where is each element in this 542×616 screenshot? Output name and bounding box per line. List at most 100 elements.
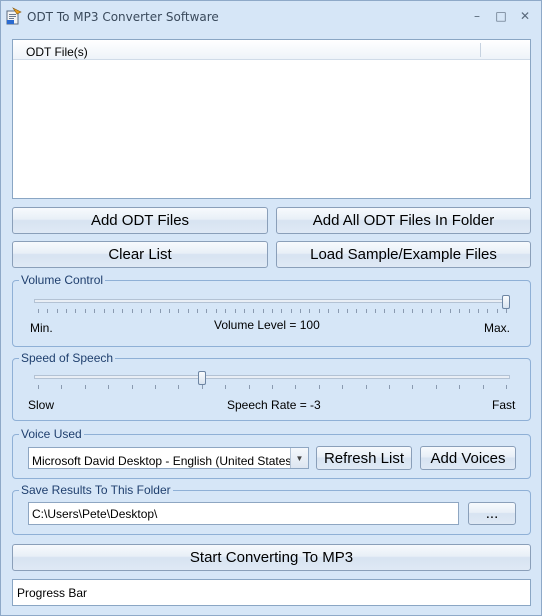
slider-tick (225, 309, 227, 313)
chevron-down-icon[interactable]: ▼ (290, 448, 308, 468)
slider-tick (389, 385, 390, 389)
voice-select[interactable]: Microsoft David Desktop - English (Unite… (28, 447, 309, 469)
slider-tick (309, 309, 311, 313)
slider-tick (403, 309, 405, 313)
progress-bar-label: Progress Bar (17, 586, 88, 600)
slider-tick (187, 309, 189, 313)
slider-tick (459, 309, 461, 313)
slider-tick (487, 309, 489, 313)
slider-tick (328, 309, 330, 313)
slider-tick (459, 385, 461, 389)
slider-tick (94, 309, 96, 313)
slider-tick (225, 385, 227, 389)
slider-tick (468, 309, 470, 313)
slider-tick (384, 309, 386, 313)
slider-tick (482, 385, 484, 389)
slider-tick (290, 309, 292, 313)
speed-slider-track[interactable] (34, 375, 510, 379)
slider-tick (61, 385, 63, 389)
slider-tick (103, 309, 105, 313)
progress-bar: Progress Bar (12, 579, 531, 606)
slider-tick (318, 309, 320, 313)
speed-slider-ticks (38, 385, 507, 389)
volume-slider-thumb[interactable] (502, 295, 510, 309)
voice-select-value: Microsoft David Desktop - English (Unite… (32, 454, 296, 468)
app-window: ODT To MP3 Converter Software – □ ✕ ODT … (0, 0, 542, 616)
slider-tick (365, 309, 367, 313)
speech-rate-label: Speech Rate = -3 (227, 398, 321, 412)
volume-slider-track[interactable] (34, 299, 510, 303)
slider-tick (248, 385, 250, 389)
slider-tick (75, 309, 77, 313)
load-samples-button[interactable]: Load Sample/Example Files (276, 241, 531, 268)
slider-tick (262, 309, 264, 313)
slider-tick (295, 385, 297, 389)
volume-level-label: Volume Level = 100 (214, 318, 320, 332)
column-header-odt-files[interactable]: ODT File(s) (26, 45, 88, 59)
maximize-button[interactable]: □ (491, 7, 511, 25)
slider-tick (281, 309, 283, 313)
slider-tick (496, 309, 498, 313)
volume-control-group: Volume Control Min. Volume Level = 100 M… (12, 273, 531, 347)
output-folder-field[interactable] (28, 502, 459, 525)
title-bar[interactable]: ODT To MP3 Converter Software – □ ✕ (1, 1, 541, 33)
slider-tick (38, 309, 39, 313)
browse-folder-button[interactable]: ... (468, 502, 516, 525)
slider-tick (169, 309, 171, 313)
slider-tick (412, 385, 414, 389)
slider-tick (178, 385, 180, 389)
slider-tick (435, 385, 437, 389)
slider-tick (440, 309, 442, 313)
add-odt-files-button[interactable]: Add ODT Files (12, 207, 268, 234)
slider-tick (477, 309, 479, 313)
slider-tick (374, 309, 376, 313)
save-folder-group-title: Save Results To This Folder (19, 483, 173, 497)
slider-tick (506, 309, 507, 313)
slider-tick (178, 309, 180, 313)
minimize-icon: – (474, 9, 480, 23)
close-button[interactable]: ✕ (515, 7, 535, 25)
refresh-list-button[interactable]: Refresh List (316, 446, 412, 470)
column-separator[interactable] (480, 43, 481, 57)
file-list[interactable]: ODT File(s) (12, 39, 531, 199)
slider-tick (201, 385, 203, 389)
add-folder-button[interactable]: Add All ODT Files In Folder (276, 207, 531, 234)
slider-tick (112, 309, 114, 313)
volume-max-label: Max. (484, 321, 511, 335)
slider-tick (155, 385, 156, 389)
add-voices-button[interactable]: Add Voices (420, 446, 516, 470)
slider-tick (234, 309, 236, 313)
slider-tick (356, 309, 358, 313)
slider-tick (108, 385, 110, 389)
close-icon: ✕ (519, 9, 531, 23)
voice-group-title: Voice Used (19, 427, 84, 441)
slider-tick (215, 309, 217, 313)
slider-tick (365, 385, 367, 389)
speed-group-title: Speed of Speech (19, 351, 116, 365)
start-converting-button[interactable]: Start Converting To MP3 (12, 544, 531, 571)
file-list-header[interactable]: ODT File(s) (13, 40, 530, 60)
maximize-icon: □ (495, 9, 507, 23)
slider-tick (431, 309, 433, 313)
slider-tick (300, 309, 302, 313)
slider-tick (346, 309, 348, 313)
speed-fast-label: Fast (492, 398, 516, 412)
slider-tick (56, 309, 58, 313)
speed-slider-thumb[interactable] (197, 371, 206, 385)
minimize-button[interactable]: – (467, 7, 487, 25)
slider-tick (206, 309, 208, 313)
slider-tick (84, 385, 86, 389)
slider-tick (393, 309, 395, 313)
clear-list-button[interactable]: Clear List (12, 241, 268, 268)
speed-slow-label: Slow (28, 398, 55, 412)
slider-tick (131, 309, 133, 313)
slider-tick (253, 309, 255, 313)
slider-tick (140, 309, 142, 313)
volume-group-title: Volume Control (19, 273, 106, 287)
output-folder-input[interactable] (32, 506, 455, 522)
volume-min-label: Min. (30, 321, 53, 335)
slider-tick (122, 309, 124, 313)
slider-tick (159, 309, 161, 313)
save-folder-group: Save Results To This Folder ... (12, 483, 531, 535)
app-icon (6, 7, 22, 25)
